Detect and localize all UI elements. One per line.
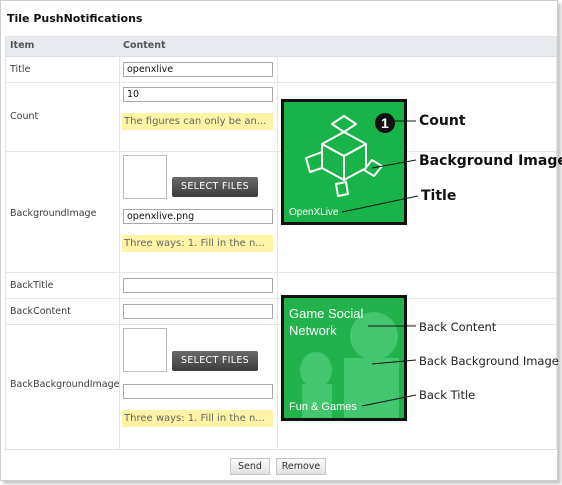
annotation-back-background-image: Back Background Image xyxy=(419,354,559,368)
remove-button[interactable]: Remove xyxy=(276,458,326,475)
annotation-lines xyxy=(341,120,419,407)
annotation-back-content: Back Content xyxy=(419,320,497,334)
annotation-title: Title xyxy=(421,188,457,204)
annotation-count: Count xyxy=(419,113,466,129)
annotation-back-title: Back Title xyxy=(419,388,476,402)
send-button[interactable]: Send xyxy=(230,458,270,475)
annotation-background-image: Background Image xyxy=(419,153,562,169)
